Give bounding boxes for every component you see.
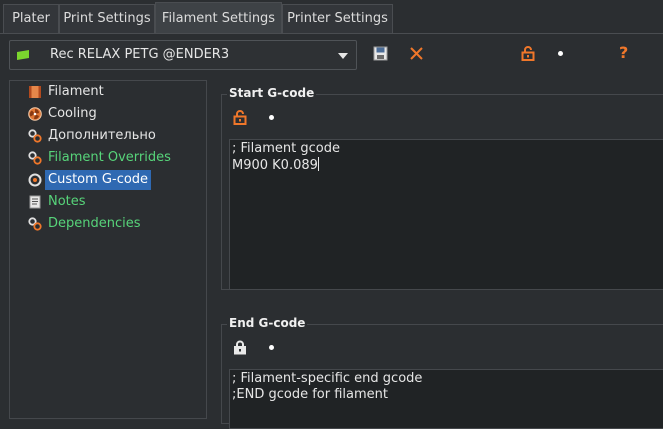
bullet-icon xyxy=(269,345,274,350)
preset-name: Rec RELAX PETG @ENDER3 xyxy=(50,47,230,62)
tab-print-settings[interactable]: Print Settings xyxy=(59,4,155,34)
tree-item-dependencies[interactable]: Dependencies xyxy=(28,214,204,234)
bullet-icon xyxy=(269,115,274,120)
gcode-icon xyxy=(28,173,42,187)
tree-item-cooling[interactable]: Cooling xyxy=(28,104,204,124)
bullet-icon xyxy=(558,51,563,56)
unlock-icon[interactable] xyxy=(233,110,247,125)
custom-gcode-page: Start G-code ; Filament gcode M900 K0.08… xyxy=(207,80,663,429)
text-caret xyxy=(317,157,319,171)
gears-icon xyxy=(28,129,42,143)
notes-icon xyxy=(29,195,41,209)
unlock-icon[interactable] xyxy=(521,46,535,61)
gcode-line: ;END gcode for filament xyxy=(232,387,388,402)
tab-bar: Plater Print Settings Filament Settings … xyxy=(0,0,663,34)
end-gcode-editor[interactable]: ; Filament-specific end gcode ;END gcode… xyxy=(229,369,663,429)
save-icon[interactable] xyxy=(373,46,388,61)
chevron-down-icon[interactable] xyxy=(338,53,348,59)
tab-filament-settings[interactable]: Filament Settings xyxy=(155,2,282,34)
gcode-line: M900 K0.089 xyxy=(232,157,319,173)
start-gcode-editor[interactable]: ; Filament gcode M900 K0.089 xyxy=(229,139,663,290)
gears-icon xyxy=(28,151,42,165)
lock-icon[interactable] xyxy=(233,340,247,355)
help-icon[interactable]: ? xyxy=(619,43,628,63)
tree-item-advanced[interactable]: Дополнительно xyxy=(28,126,204,146)
fan-icon xyxy=(28,107,42,121)
preset-toolbar: Rec RELAX PETG @ENDER3 ? xyxy=(0,34,663,76)
end-gcode-title: End G-code xyxy=(227,316,308,330)
tree-item-filament-overrides[interactable]: Filament Overrides xyxy=(28,148,204,168)
start-gcode-title: Start G-code xyxy=(227,86,317,100)
preset-flag-icon xyxy=(17,50,29,60)
close-x-icon[interactable] xyxy=(409,46,424,61)
gears-icon xyxy=(28,217,42,231)
spool-icon xyxy=(29,86,41,98)
tree-item-filament[interactable]: Filament xyxy=(28,82,204,102)
preset-dropdown[interactable]: Rec RELAX PETG @ENDER3 xyxy=(9,40,357,70)
tree-item-custom-gcode[interactable]: Custom G-code xyxy=(28,170,204,190)
gcode-line: ; Filament gcode xyxy=(232,141,340,156)
tab-plater[interactable]: Plater xyxy=(3,4,59,34)
settings-category-tree: Filament Cooling Дополнительно Filament … xyxy=(9,80,207,419)
tab-printer-settings[interactable]: Printer Settings xyxy=(282,4,393,34)
tree-item-notes[interactable]: Notes xyxy=(28,192,204,212)
gcode-line: ; Filament-specific end gcode xyxy=(232,371,423,386)
